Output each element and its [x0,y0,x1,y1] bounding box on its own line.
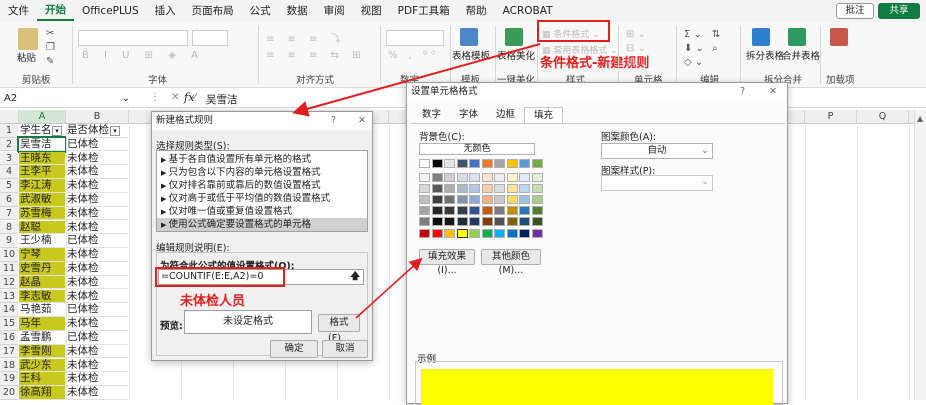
annotation-arrows [292,43,541,319]
arrow-to-format-dialog [355,257,423,319]
arrow-to-new-rule [292,43,541,117]
